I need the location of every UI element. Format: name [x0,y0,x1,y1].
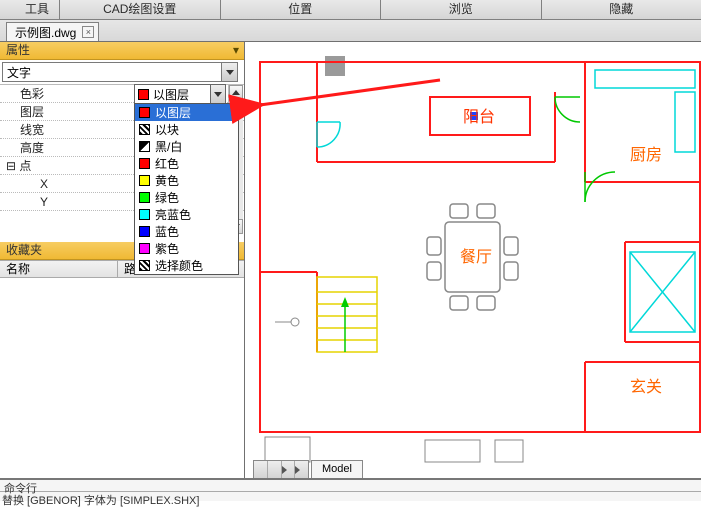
color-option-magenta[interactable]: 紫色 [135,240,238,257]
prop-label-color: 色彩 [0,85,130,102]
prop-group-point[interactable]: ⊟ 点 [0,157,130,174]
color-dropdown-menu: 以图层 以块 黑/白 红色 黄色 绿色 亮蓝色 蓝色 紫色 选择颜色 [134,103,239,275]
color-option-label: 黄色 [155,172,179,189]
color-swatch-icon [139,107,150,118]
menu-item-hide[interactable]: 隐藏 [542,0,701,19]
color-option-bw[interactable]: 黑/白 [135,138,238,155]
object-type-value: 文字 [3,64,221,81]
menu-item-position[interactable]: 位置 [221,0,382,19]
color-option-label: 黑/白 [155,138,182,155]
chevron-up-icon [232,90,240,95]
chevron-down-icon [226,70,234,75]
color-swatch-icon [139,243,150,254]
color-option-cyan[interactable]: 亮蓝色 [135,206,238,223]
collapse-icon[interactable]: ▾ [228,42,244,59]
favorites-col-name[interactable]: 名称 [0,261,118,277]
layout-tab-nav[interactable] [253,460,309,478]
object-type-dropdown-button[interactable] [221,63,237,81]
color-swatch-icon [139,226,150,237]
drawing-canvas[interactable]: 阳台 厨房 餐厅 玄关 [245,42,701,478]
menu-item-tools[interactable]: 工具 [0,0,60,19]
tree-toggle-icon[interactable]: ⊟ [6,159,16,173]
document-tab[interactable]: 示例图.dwg × [6,22,99,41]
color-option-yellow[interactable]: 黄色 [135,172,238,189]
favorites-header-label: 收藏夹 [6,242,42,259]
close-icon[interactable]: × [82,26,94,38]
prop-label-layer: 图层 [0,103,130,120]
scroll-up-button[interactable] [229,85,243,100]
color-option-label: 亮蓝色 [155,206,191,223]
prop-label-point: 点 [19,159,31,173]
color-swatch-icon [138,89,149,100]
color-swatch-icon [139,158,150,169]
label-kitchen: 厨房 [630,146,662,164]
color-combo-value: 以图层 [153,86,189,103]
menu-bar: 工具 CAD绘图设置 位置 浏览 隐藏 [0,0,701,20]
properties-header[interactable]: 属性 ▾ [0,42,244,60]
color-option-green[interactable]: 绿色 [135,189,238,206]
color-option-label: 蓝色 [155,223,179,240]
color-combo-dropdown-button[interactable] [210,85,225,103]
color-swatch-icon [139,209,150,220]
color-option-label: 选择颜色 [155,257,203,274]
chevron-down-icon [214,92,222,97]
floor-plan-svg: 阳台 厨房 餐厅 玄关 [245,42,701,478]
color-option-label: 以图层 [155,104,191,121]
layout-tab-model[interactable]: Model [311,460,363,478]
prop-label-lineweight: 线宽 [0,121,130,138]
nav-prev-icon[interactable] [268,461,282,478]
menu-item-browse[interactable]: 浏览 [381,0,542,19]
color-option-bylayer[interactable]: 以图层 [135,104,238,121]
color-swatch-icon [139,175,150,186]
object-type-select[interactable]: 文字 [2,62,238,82]
color-option-select[interactable]: 选择颜色 [135,257,238,274]
color-option-label: 红色 [155,155,179,172]
layout-tabs: Model [253,459,363,478]
document-tab-title: 示例图.dwg [15,24,76,41]
prop-label-height: 高度 [0,139,130,156]
document-tab-row: 示例图.dwg × [0,20,701,42]
color-option-byblock[interactable]: 以块 [135,121,238,138]
label-dining: 餐厅 [460,248,492,266]
properties-panel: 属性 ▾ 文字 色彩 图层 线宽 高度 ⊟ 点 X Y [0,42,245,478]
label-balcony: 阳台 [463,108,495,126]
color-option-label: 绿色 [155,189,179,206]
nav-next-icon[interactable] [282,461,296,478]
label-foyer: 玄关 [630,378,662,396]
color-swatch-icon [139,124,150,135]
color-option-red[interactable]: 红色 [135,155,238,172]
favorites-list[interactable] [0,278,244,478]
command-bar-line: 替换 [GBENOR] 字体为 [SIMPLEX.SHX] [0,491,701,502]
color-combo[interactable]: 以图层 [134,84,226,104]
color-option-blue[interactable]: 蓝色 [135,223,238,240]
command-bar: 命令行 替换 [GBENOR] 字体为 [SIMPLEX.SHX] [0,478,701,501]
color-swatch-icon [139,141,150,152]
nav-last-icon[interactable] [295,461,308,478]
color-option-label: 以块 [155,121,179,138]
prop-label-x: X [0,177,130,191]
color-swatch-icon [139,260,150,271]
properties-header-label: 属性 [6,42,30,59]
color-swatch-icon [139,192,150,203]
nav-first-icon[interactable] [254,461,268,478]
menu-item-cad-settings[interactable]: CAD绘图设置 [60,0,221,19]
prop-label-y: Y [0,195,130,209]
command-bar-title: 命令行 [0,480,701,491]
color-option-label: 紫色 [155,240,179,257]
